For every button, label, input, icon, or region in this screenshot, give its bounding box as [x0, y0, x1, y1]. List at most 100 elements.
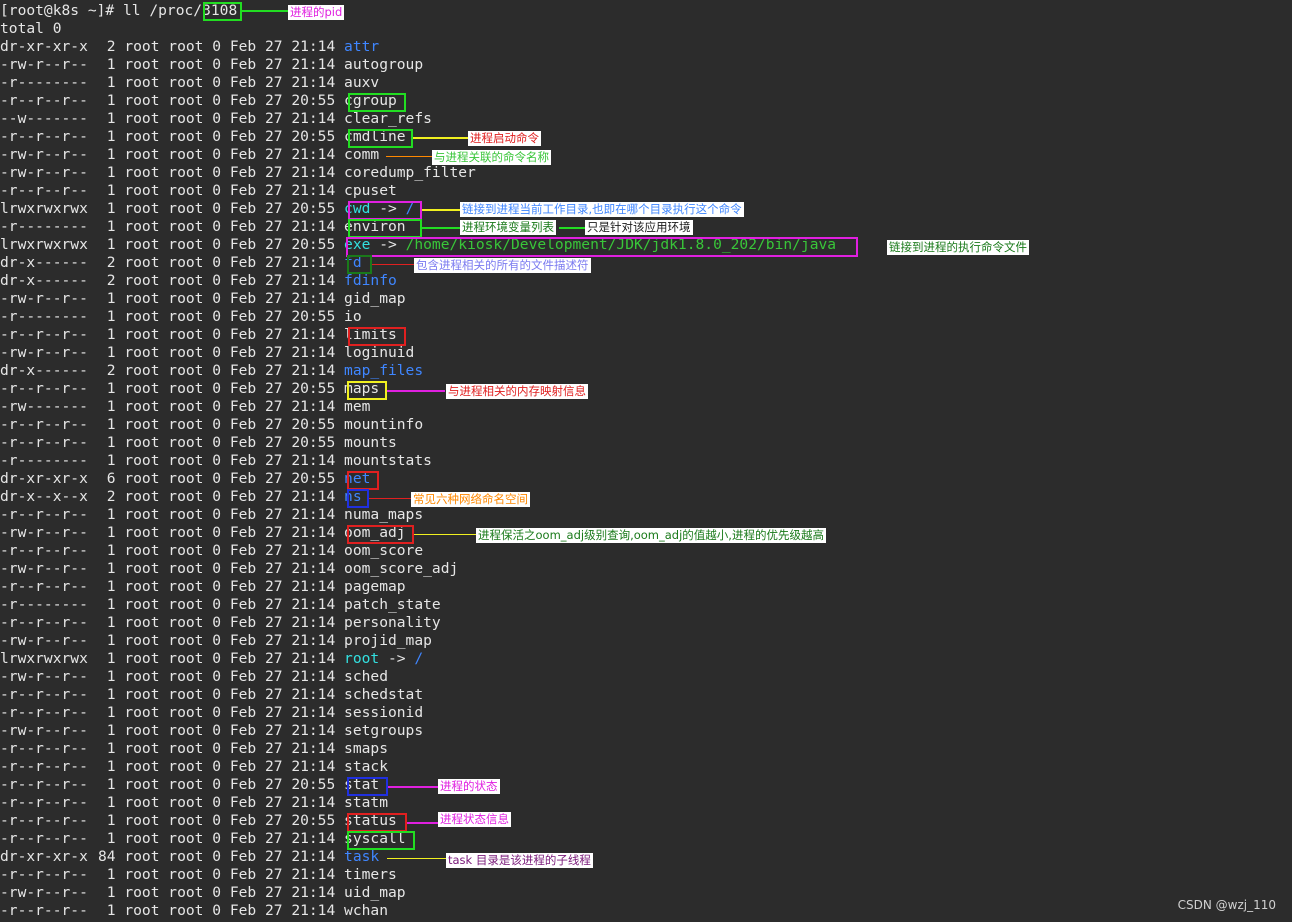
permissions: -r--r--r--: [0, 578, 88, 595]
modified-date: Feb 27 21:14: [229, 650, 336, 667]
file-entry-mounts: -r--r--r-- 1 root root 0 Feb 27 20:55 mo…: [0, 434, 1292, 452]
file-entry-attr: dr-xr-xr-x 2 root root 0 Feb 27 21:14 at…: [0, 38, 1292, 56]
permissions: -r--r--r--: [0, 416, 88, 433]
modified-date: Feb 27 21:14: [229, 596, 336, 613]
link-count: 1: [98, 578, 116, 595]
owner-group-size: root root 0: [115, 488, 230, 505]
file-name: limits: [344, 326, 397, 343]
permissions: lrwxrwxrwx: [0, 650, 88, 667]
file-entry-mountstats: -r-------- 1 root root 0 Feb 27 21:14 mo…: [0, 452, 1292, 470]
owner-group-size: root root 0: [115, 182, 230, 199]
permissions: -r--r--r--: [0, 434, 88, 451]
owner-group-size: root root 0: [115, 164, 230, 181]
link-count: 1: [98, 164, 116, 181]
modified-date: Feb 27 21:14: [229, 524, 336, 541]
permissions: -r--r--r--: [0, 866, 88, 883]
permissions: -r--r--r--: [0, 182, 88, 199]
file-entry-schedstat: -r--r--r-- 1 root root 0 Feb 27 21:14 sc…: [0, 686, 1292, 704]
file-entry-map-files: dr-x------ 2 root root 0 Feb 27 21:14 ma…: [0, 362, 1292, 380]
environ-annotation: 进程环境变量列表: [460, 220, 556, 235]
file-entry-numa-maps: -r--r--r-- 1 root root 0 Feb 27 21:14 nu…: [0, 506, 1292, 524]
file-entry-fdinfo: dr-x------ 2 root root 0 Feb 27 21:14 fd…: [0, 272, 1292, 290]
permissions: dr-xr-xr-x: [0, 470, 88, 487]
link-count: 1: [98, 668, 116, 685]
owner-group-size: root root 0: [115, 254, 230, 271]
permissions: dr-xr-xr-x: [0, 848, 88, 865]
file-name: uid_map: [344, 884, 406, 901]
link-count: 1: [98, 830, 116, 847]
file-name: cgroup: [344, 92, 397, 109]
modified-date: Feb 27 21:14: [229, 326, 336, 343]
modified-date: Feb 27 20:55: [229, 200, 336, 217]
modified-date: Feb 27 21:14: [229, 794, 336, 811]
owner-group-size: root root 0: [115, 578, 230, 595]
link-count: 1: [98, 200, 116, 217]
link-count: 1: [98, 704, 116, 721]
total-line: total 0: [0, 20, 62, 37]
modified-date: Feb 27 21:14: [229, 182, 336, 199]
link-count: 1: [98, 326, 116, 343]
file-entry-limits: -r--r--r-- 1 root root 0 Feb 27 21:14 li…: [0, 326, 1292, 344]
file-name: gid_map: [344, 290, 406, 307]
owner-group-size: root root 0: [115, 38, 230, 55]
link-count: 1: [98, 380, 116, 397]
owner-group-size: root root 0: [115, 56, 230, 73]
file-name: oom_score: [344, 542, 424, 559]
owner-group-size: root root 0: [115, 812, 230, 829]
permissions: -rw-------: [0, 398, 88, 415]
modified-date: Feb 27 21:14: [229, 560, 336, 577]
link-count: 2: [98, 362, 116, 379]
modified-date: Feb 27 21:14: [229, 632, 336, 649]
owner-group-size: root root 0: [115, 110, 230, 127]
file-name: task: [344, 848, 380, 865]
link-count: 1: [98, 452, 116, 469]
file-entry-smaps: -r--r--r-- 1 root root 0 Feb 27 21:14 sm…: [0, 740, 1292, 758]
file-entry-cpuset: -r--r--r-- 1 root root 0 Feb 27 21:14 cp…: [0, 182, 1292, 200]
link-count: 2: [98, 272, 116, 289]
link-count: 1: [98, 758, 116, 775]
file-name: statm: [344, 794, 388, 811]
permissions: -rw-r--r--: [0, 146, 88, 163]
task-annotation: task 目录是该进程的子线程: [446, 853, 593, 868]
permissions: -r--r--r--: [0, 758, 88, 775]
link-count: 1: [98, 596, 116, 613]
pid-text: 3108: [202, 2, 238, 19]
file-entry-syscall: -r--r--r-- 1 root root 0 Feb 27 21:14 sy…: [0, 830, 1292, 848]
owner-group-size: root root 0: [115, 668, 230, 685]
permissions: -r--------: [0, 452, 88, 469]
modified-date: Feb 27 21:14: [229, 722, 336, 739]
link-count: 1: [98, 398, 116, 415]
file-entry-autogroup: -rw-r--r-- 1 root root 0 Feb 27 21:14 au…: [0, 56, 1292, 74]
file-name: ns: [344, 488, 362, 505]
file-name: timers: [344, 866, 397, 883]
modified-date: Feb 27 20:55: [229, 776, 336, 793]
permissions: -rw-r--r--: [0, 524, 88, 541]
file-entry-stat: -r--r--r-- 1 root root 0 Feb 27 20:55 st…: [0, 776, 1292, 794]
permissions: -r--------: [0, 308, 88, 325]
exe-annotation: 链接到进程的执行命令文件: [887, 240, 1029, 255]
file-name: net: [344, 470, 371, 487]
file-name: stack: [344, 758, 388, 775]
owner-group-size: root root 0: [115, 218, 230, 235]
file-entry-uid-map: -rw-r--r-- 1 root root 0 Feb 27 21:14 ui…: [0, 884, 1292, 902]
link-count: 1: [98, 542, 116, 559]
owner-group-size: root root 0: [115, 722, 230, 739]
file-name: cpuset: [344, 182, 397, 199]
owner-group-size: root root 0: [115, 596, 230, 613]
owner-group-size: root root 0: [115, 380, 230, 397]
owner-group-size: root root 0: [115, 470, 230, 487]
owner-group-size: root root 0: [115, 794, 230, 811]
file-name: map_files: [344, 362, 424, 379]
file-entry-sessionid: -r--r--r-- 1 root root 0 Feb 27 21:14 se…: [0, 704, 1292, 722]
file-entry-statm: -r--r--r-- 1 root root 0 Feb 27 21:14 st…: [0, 794, 1292, 812]
modified-date: Feb 27 21:14: [229, 38, 336, 55]
file-entry-status: -r--r--r-- 1 root root 0 Feb 27 20:55 st…: [0, 812, 1292, 830]
file-name: sessionid: [344, 704, 424, 721]
cwd-annotation: 链接到进程当前工作目录,也即在哪个目录执行这个命令: [460, 202, 744, 217]
file-entry-setgroups: -rw-r--r-- 1 root root 0 Feb 27 21:14 se…: [0, 722, 1292, 740]
file-name: oom_adj: [344, 524, 406, 541]
symlink-arrow: ->: [370, 200, 406, 217]
owner-group-size: root root 0: [115, 848, 230, 865]
modified-date: Feb 27 21:14: [229, 614, 336, 631]
link-count: 1: [98, 110, 116, 127]
